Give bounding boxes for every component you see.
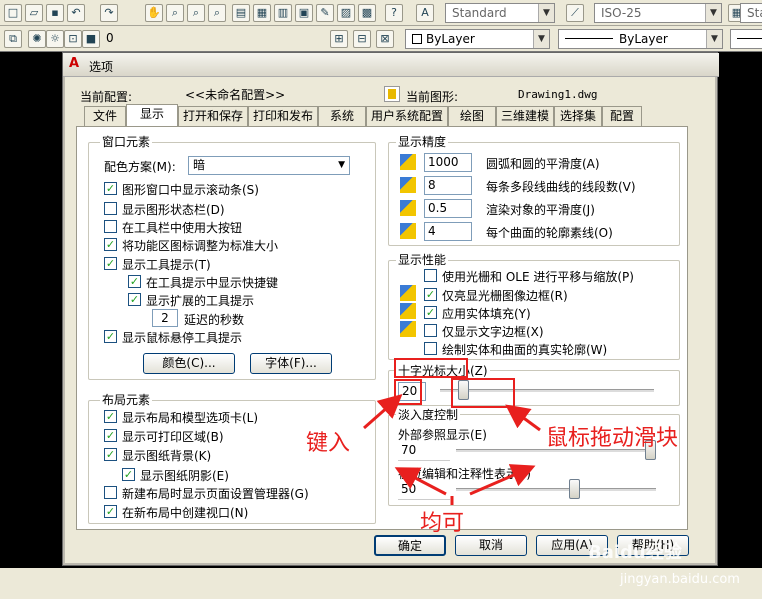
performance-option-3-label: 仅显示文字边框(X) — [442, 325, 544, 339]
window-option-6-label: 显示扩展的工具提示 — [146, 294, 255, 308]
performance-option-2-label: 应用实体填充(Y) — [442, 307, 531, 321]
layout-option-5-label: 在新布局中创建视口(N) — [122, 506, 249, 520]
drawing-saved-icon — [400, 285, 416, 301]
window-option-2-checkbox[interactable] — [104, 220, 117, 233]
performance-option-0-label: 使用光栅和 OLE 进行平移与缩放(P) — [442, 270, 634, 284]
layout-option-1-checkbox[interactable]: ✓ — [104, 429, 117, 442]
resolution-input-0[interactable]: 1000 — [424, 153, 472, 172]
drawing-saved-icon — [400, 200, 416, 216]
window-option-4-label: 显示工具提示(T) — [122, 258, 211, 272]
window-option-4-checkbox[interactable]: ✓ — [104, 257, 117, 270]
layout-option-0-checkbox[interactable]: ✓ — [104, 410, 117, 423]
window-option-2-label: 在工具栏中使用大按钮 — [122, 221, 243, 235]
annotation-drag-slider: 鼠标拖动滑块 — [546, 426, 679, 451]
window-option-1-label: 显示图形状态栏(D) — [122, 203, 225, 217]
performance-option-4-label: 绘制实体和曲面的真实轮廓(W) — [442, 343, 608, 357]
layout-option-5-checkbox[interactable]: ✓ — [104, 505, 117, 518]
drawing-saved-icon — [400, 177, 416, 193]
resolution-label-2: 渲染对象的平滑度(J) — [486, 203, 595, 217]
performance-option-1-checkbox[interactable]: ✓ — [424, 288, 437, 301]
window-option-0-checkbox[interactable]: ✓ — [104, 182, 117, 195]
layout-option-2-label: 显示图纸背景(K) — [122, 449, 212, 463]
performance-option-3-checkbox[interactable] — [424, 324, 437, 337]
layout-option-3-checkbox[interactable]: ✓ — [122, 468, 135, 481]
layout-option-1-label: 显示可打印区域(B) — [122, 430, 224, 444]
window-option-7-checkbox[interactable]: ✓ — [104, 330, 117, 343]
window-option-1-checkbox[interactable] — [104, 202, 117, 215]
layout-option-4-label: 新建布局时显示页面设置管理器(G) — [122, 487, 309, 501]
baidu-watermark-logo: Baidu经验 — [588, 542, 682, 563]
watermark-url: jingyan.baidu.com — [620, 572, 740, 587]
resolution-input-3[interactable]: 4 — [424, 222, 472, 241]
window-option-7-label: 显示鼠标悬停工具提示 — [122, 331, 243, 345]
window-option-5-label: 在工具提示中显示快捷键 — [146, 276, 279, 290]
layout-option-4-checkbox[interactable] — [104, 486, 117, 499]
resolution-label-1: 每条多段线曲线的线段数(V) — [486, 180, 636, 194]
resolution-label-3: 每个曲面的轮廓素线(O) — [486, 226, 613, 240]
performance-option-0-checkbox[interactable] — [424, 269, 437, 282]
performance-option-2-checkbox[interactable]: ✓ — [424, 306, 437, 319]
window-option-3-label: 将功能区图标调整为标准大小 — [122, 239, 279, 253]
layout-option-2-checkbox[interactable]: ✓ — [104, 448, 117, 461]
layout-option-3-label: 显示图纸阴影(E) — [140, 469, 229, 483]
performance-option-4-checkbox[interactable] — [424, 342, 437, 355]
drawing-saved-icon — [400, 321, 416, 337]
layout-option-0-label: 显示布局和模型选项卡(L) — [122, 411, 259, 425]
resolution-input-2[interactable]: 0.5 — [424, 199, 472, 218]
drawing-saved-icon — [400, 154, 416, 170]
performance-option-1-label: 仅亮显光栅图像边框(R) — [442, 289, 568, 303]
annotation-either: 均可 — [420, 511, 465, 536]
resolution-label-0: 圆弧和圆的平滑度(A) — [486, 157, 600, 171]
annotation-type-in: 键入 — [306, 431, 351, 456]
window-option-3-checkbox[interactable]: ✓ — [104, 238, 117, 251]
window-option-6-checkbox[interactable]: ✓ — [128, 293, 141, 306]
resolution-input-1[interactable]: 8 — [424, 176, 472, 195]
drawing-saved-icon — [400, 303, 416, 319]
window-option-5-checkbox[interactable]: ✓ — [128, 275, 141, 288]
drawing-saved-icon — [400, 223, 416, 239]
window-option-0-label: 图形窗口中显示滚动条(S) — [122, 183, 259, 197]
